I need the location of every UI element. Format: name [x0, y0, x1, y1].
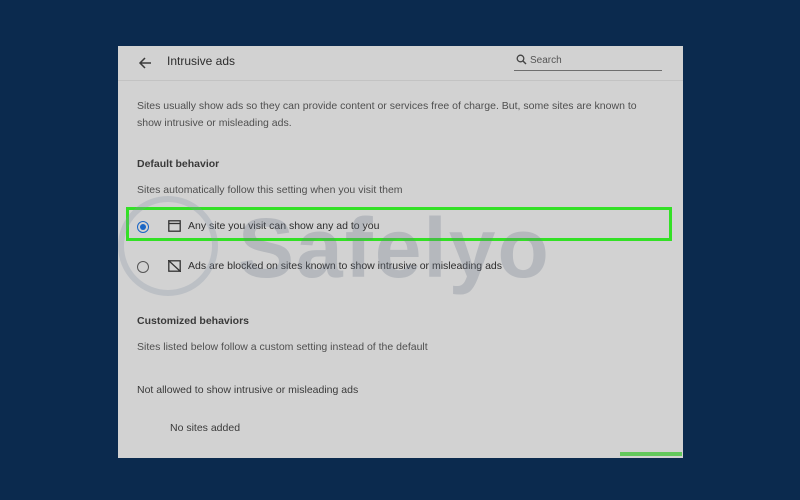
search-box[interactable] [514, 52, 662, 71]
window-icon [168, 220, 181, 232]
header-divider [118, 80, 683, 81]
empty-state-text: No sites added [170, 422, 241, 434]
option-block-intrusive-ads[interactable]: Ads are blocked on sites known to show i… [130, 252, 670, 284]
radio-block-intrusive-ads[interactable] [137, 261, 149, 273]
ads-blocked-icon [168, 260, 181, 272]
page-title: Intrusive ads [167, 54, 236, 68]
default-behavior-subtext: Sites automatically follow this setting … [137, 184, 403, 196]
accent-bar [620, 452, 682, 456]
page-description: Sites usually show ads so they can provi… [137, 100, 637, 129]
search-icon [516, 54, 527, 65]
page-header: Intrusive ads [118, 46, 683, 80]
customized-behaviors-subtext: Sites listed below follow a custom setti… [137, 341, 428, 353]
search-input[interactable] [530, 52, 658, 68]
customized-behaviors-heading: Customized behaviors [137, 315, 250, 327]
back-button[interactable] [134, 52, 156, 74]
option-label: Ads are blocked on sites known to show i… [188, 260, 502, 272]
settings-panel: Intrusive ads Sites usually show ads so … [118, 46, 683, 458]
option-allow-all-ads[interactable]: Any site you visit can show any ad to yo… [130, 212, 670, 244]
not-allowed-heading: Not allowed to show intrusive or mislead… [137, 384, 359, 396]
option-label: Any site you visit can show any ad to yo… [188, 220, 380, 232]
radio-allow-all-ads[interactable] [137, 221, 149, 233]
default-behavior-heading: Default behavior [137, 158, 220, 170]
arrow-left-icon [138, 57, 151, 69]
